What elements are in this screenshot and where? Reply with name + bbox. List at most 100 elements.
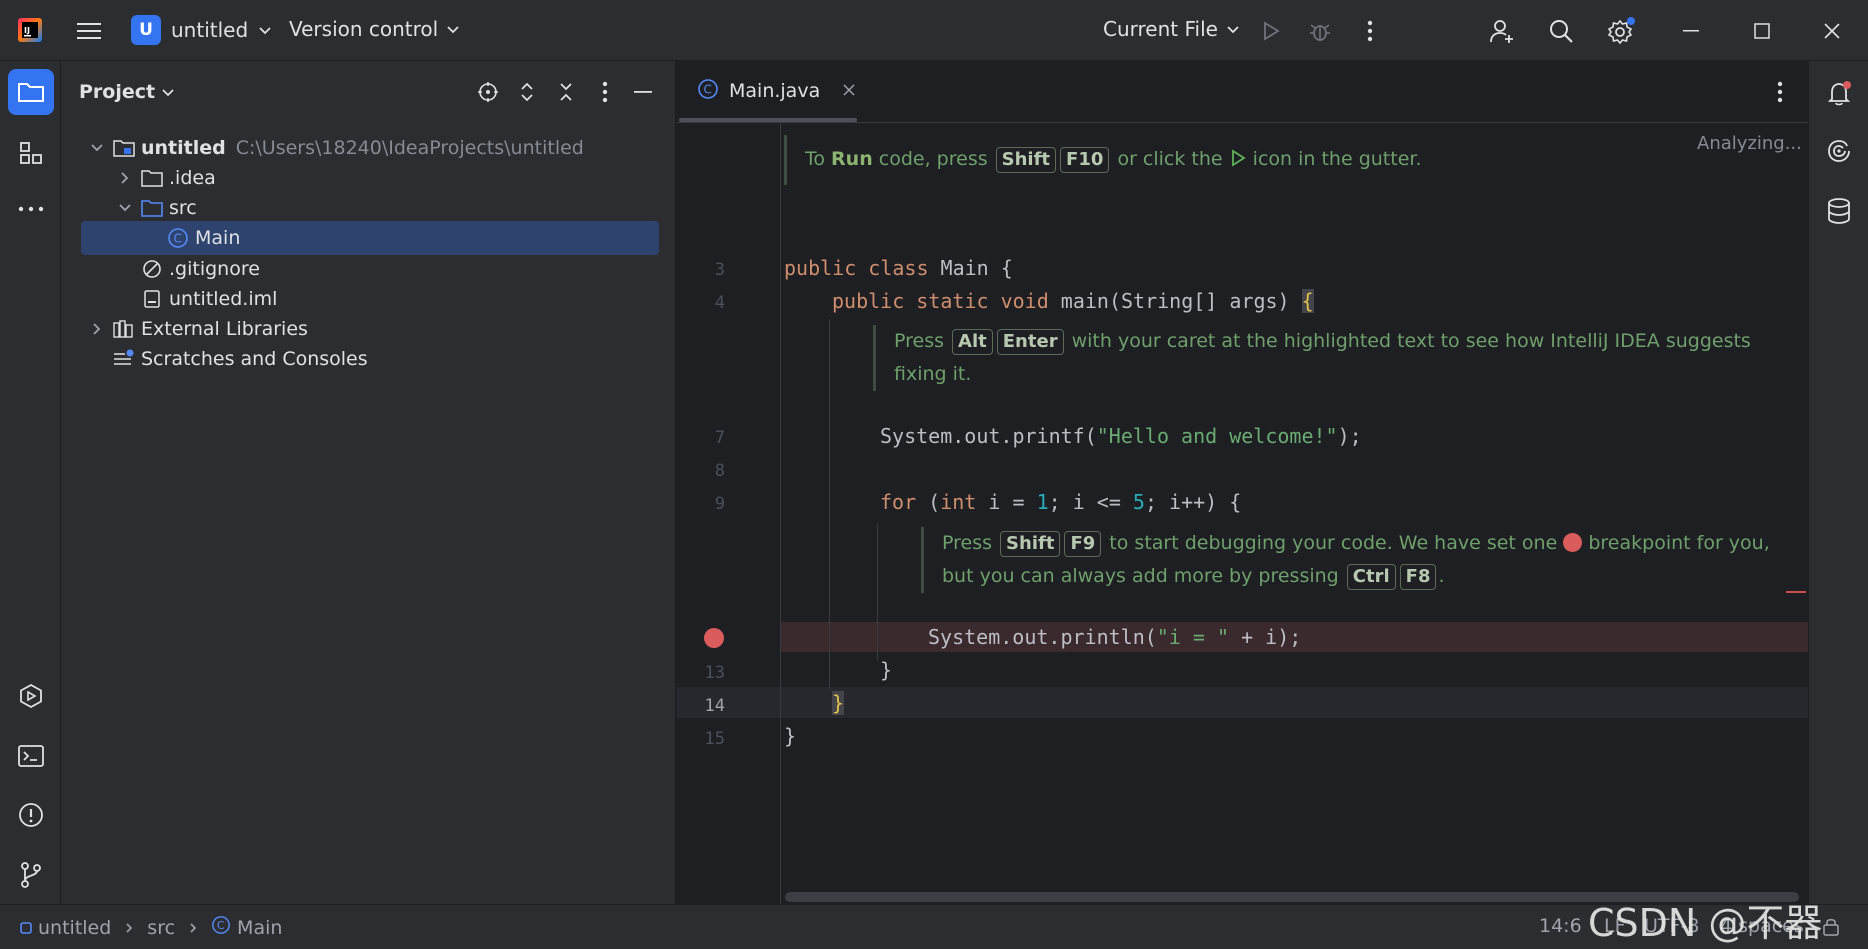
- close-window-button[interactable]: [1812, 14, 1852, 48]
- caret-position[interactable]: 14:6: [1539, 915, 1582, 937]
- project-panel-title-label: Project: [79, 81, 156, 103]
- project-path: C:\Users\18240\IdeaProjects\untitled: [235, 137, 584, 159]
- database-icon[interactable]: [1817, 189, 1861, 233]
- code-line-4[interactable]: public static void main(String[] args) {: [832, 289, 1314, 313]
- breadcrumb: untitled src C Main: [20, 915, 282, 940]
- tab-main-java[interactable]: C Main.java: [697, 71, 856, 111]
- collapse-all-icon[interactable]: [551, 77, 581, 107]
- code-line-7[interactable]: System.out.printf("Hello and welcome!");: [880, 424, 1362, 448]
- java-class-icon: C: [211, 915, 231, 940]
- services-icon[interactable]: [8, 673, 54, 719]
- analyzing-status: Analyzing...: [1697, 133, 1802, 154]
- tree-item-label: untitled.iml: [169, 288, 278, 310]
- hint-text: breakpoint for you,: [1582, 532, 1770, 554]
- tree-item-label: External Libraries: [141, 318, 308, 340]
- line-number: 8: [714, 461, 725, 481]
- more-actions-icon[interactable]: [1353, 14, 1387, 48]
- code-line-3[interactable]: public class Main {: [784, 256, 1013, 280]
- panel-options-icon[interactable]: [590, 77, 620, 107]
- project-badge: U: [131, 15, 161, 45]
- fix-hint-comment: Press Alt Enter with your caret at the hi…: [873, 325, 1751, 391]
- tree-item-gitignore[interactable]: .gitignore: [81, 252, 659, 286]
- locate-file-icon[interactable]: [473, 77, 503, 107]
- hide-panel-icon[interactable]: [629, 77, 659, 107]
- project-switcher[interactable]: U untitled: [131, 15, 272, 45]
- main-menu-icon[interactable]: [72, 14, 106, 48]
- project-tool-folder-icon[interactable]: [8, 69, 54, 115]
- editor-tab-bar: C Main.java: [677, 61, 1808, 123]
- breadcrumb-item[interactable]: untitled: [38, 917, 111, 939]
- watermark-text: CSDN @不器729: [1588, 901, 1823, 949]
- run-hint-comment: To Run code, press Shift F10 or click the…: [784, 135, 1422, 185]
- hint-text: Press: [942, 532, 999, 554]
- svg-text:C: C: [174, 232, 182, 246]
- version-control-menu[interactable]: Version control: [289, 17, 460, 41]
- code-with-me-icon[interactable]: [1484, 13, 1520, 49]
- version-control-label: Version control: [289, 17, 439, 41]
- line-number: 9: [714, 494, 725, 514]
- tab-label: Main.java: [729, 80, 821, 102]
- tab-options-icon[interactable]: [1777, 81, 1783, 107]
- code-line-breakpoint[interactable]: System.out.println("i = " + i);: [928, 625, 1301, 649]
- key-alt: Alt: [952, 329, 993, 355]
- svg-text:C: C: [704, 82, 712, 96]
- chevron-down-icon: [1226, 20, 1240, 39]
- chevron-down-icon: [161, 81, 175, 103]
- tree-item-idea[interactable]: .idea: [81, 161, 659, 195]
- chevron-down-icon: [258, 21, 272, 40]
- project-panel-title[interactable]: Project: [79, 81, 175, 103]
- hint-text: fixing it.: [894, 363, 972, 385]
- code-line-13[interactable]: }: [880, 658, 892, 682]
- search-icon[interactable]: [1543, 13, 1579, 49]
- run-icon[interactable]: [1254, 14, 1288, 48]
- module-folder-icon: [113, 137, 135, 159]
- code-line-9[interactable]: for (int i = 1; i <= 5; i++) {: [880, 490, 1241, 514]
- maximize-window-button[interactable]: [1742, 14, 1782, 48]
- project-panel: Project untitled C:\Users\18240\IdeaProj…: [61, 61, 676, 904]
- folder-icon: [141, 167, 163, 189]
- notifications-bell-icon[interactable]: [1817, 71, 1861, 115]
- project-name: untitled: [171, 18, 249, 42]
- tree-item-scratches[interactable]: Scratches and Consoles: [81, 342, 659, 376]
- debug-icon[interactable]: [1303, 14, 1337, 48]
- hint-text: to start debugging your code. We have se…: [1103, 532, 1564, 554]
- java-class-icon: C: [697, 78, 719, 105]
- intellij-logo-icon[interactable]: IJ: [14, 14, 46, 46]
- chevron-down-icon: [446, 20, 460, 39]
- git-branch-icon[interactable]: [8, 852, 54, 898]
- chevron-down-icon[interactable]: [87, 138, 107, 158]
- java-class-icon: C: [167, 227, 189, 249]
- breadcrumb-item[interactable]: src: [147, 917, 175, 939]
- tree-item-iml[interactable]: untitled.iml: [81, 282, 659, 316]
- svg-text:IJ: IJ: [24, 26, 30, 35]
- tree-item-main[interactable]: C Main: [81, 221, 659, 255]
- chevron-right-icon[interactable]: [115, 168, 135, 188]
- right-tool-strip: [1808, 61, 1868, 904]
- tree-item-src[interactable]: src: [81, 191, 659, 225]
- minimize-window-button[interactable]: [1672, 14, 1712, 48]
- expand-all-icon[interactable]: [512, 77, 542, 107]
- breakpoint-icon[interactable]: [704, 628, 724, 648]
- run-config-selector[interactable]: Current File: [1103, 17, 1240, 41]
- chevron-right-icon[interactable]: [87, 319, 107, 339]
- error-stripe-mark: [1786, 591, 1806, 593]
- tab-scroll-indicator: [679, 118, 857, 122]
- scratches-icon: [113, 348, 135, 370]
- tree-item-root[interactable]: untitled C:\Users\18240\IdeaProjects\unt…: [81, 131, 659, 165]
- indent-guide: [829, 319, 830, 689]
- close-tab-icon[interactable]: [842, 80, 856, 102]
- code-line-15[interactable]: }: [784, 724, 796, 748]
- structure-icon[interactable]: [8, 130, 54, 176]
- tree-item-label: .gitignore: [169, 258, 260, 280]
- settings-gear-icon[interactable]: [1602, 12, 1640, 50]
- breadcrumb-item[interactable]: Main: [237, 917, 282, 939]
- chevron-down-icon[interactable]: [115, 198, 135, 218]
- code-line-14[interactable]: }: [832, 691, 845, 715]
- terminal-icon[interactable]: [8, 733, 54, 779]
- debug-hint-comment: Press Shift F9 to start debugging your co…: [921, 527, 1770, 593]
- ai-assistant-icon[interactable]: [1817, 129, 1861, 173]
- tree-item-external-libraries[interactable]: External Libraries: [81, 312, 659, 346]
- problems-icon[interactable]: [8, 792, 54, 838]
- key-shift: Shift: [1000, 531, 1061, 557]
- more-tools-icon[interactable]: [8, 186, 54, 232]
